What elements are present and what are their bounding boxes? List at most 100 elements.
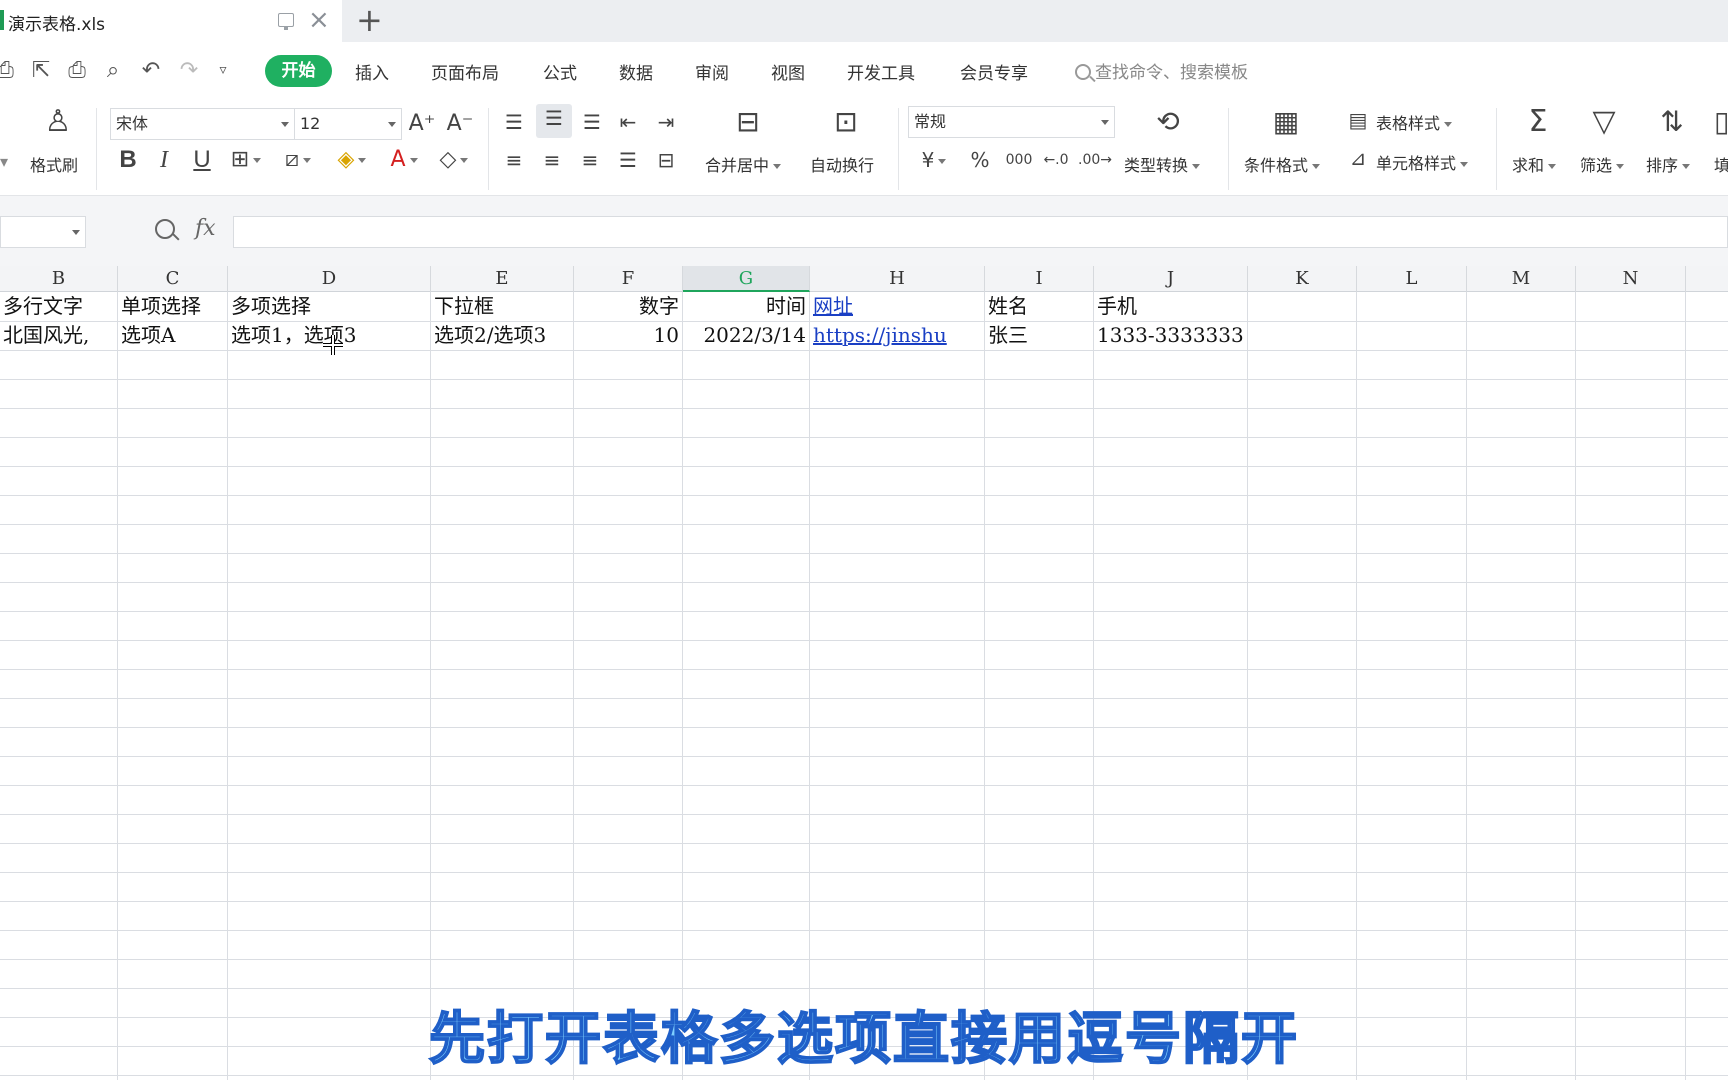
column-header-B[interactable]: B (0, 266, 118, 292)
tab-insert[interactable]: 插入 (355, 59, 389, 84)
align-top-icon[interactable]: ☰ (500, 108, 528, 136)
underline-button[interactable]: U (190, 146, 214, 174)
clear-format-icon[interactable]: ◇ (434, 146, 474, 174)
print-icon[interactable]: ⎙ (64, 57, 90, 83)
cell-G1[interactable]: 时间 (683, 292, 810, 321)
cell-I1[interactable]: 姓名 (985, 292, 1094, 321)
command-search[interactable]: 查找命令、搜索模板 (1075, 58, 1248, 84)
cell-C2[interactable]: 选项A (118, 321, 228, 350)
font-size-select[interactable]: 12 (294, 108, 402, 140)
column-header-J[interactable]: J (1094, 266, 1248, 292)
distributed-align-icon[interactable]: ⊟ (652, 146, 680, 174)
type-convert-label[interactable]: 类型转换 (1124, 152, 1201, 176)
column-header-M[interactable]: M (1467, 266, 1576, 292)
cell-G2[interactable]: 2022/3/14 (683, 321, 810, 350)
conditional-format-label[interactable]: 条件格式 (1244, 152, 1321, 176)
tab-developer[interactable]: 开发工具 (847, 59, 915, 84)
column-header-D[interactable]: D (228, 266, 431, 292)
tab-start[interactable]: 开始 (265, 55, 332, 87)
fill-icon[interactable]: ▯ (1714, 108, 1728, 136)
type-convert-icon[interactable]: ⟲ (1148, 108, 1188, 136)
conditional-format-icon[interactable]: ▦ (1266, 108, 1306, 136)
align-center-icon[interactable]: ≡ (538, 146, 566, 174)
filter-icon[interactable]: ▽ (1584, 107, 1624, 137)
cell-H1[interactable]: 网址 (810, 292, 985, 321)
column-header-K[interactable]: K (1248, 266, 1357, 292)
table-style-label[interactable]: 表格样式 (1376, 110, 1453, 134)
cell-J1[interactable]: 手机 (1094, 292, 1248, 321)
tab-view[interactable]: 视图 (771, 59, 805, 84)
column-header-G[interactable]: G (683, 266, 810, 292)
cell-H2[interactable]: https://jinshu (810, 321, 985, 350)
column-header-I[interactable]: I (985, 266, 1094, 292)
font-name-select[interactable]: 宋体 (110, 108, 295, 140)
cell-J2[interactable]: 1333-3333333 (1094, 321, 1248, 350)
italic-button[interactable]: I (152, 146, 176, 174)
sum-icon[interactable]: Σ (1518, 107, 1558, 137)
justify-icon[interactable]: ☰ (614, 146, 642, 174)
fill-color-icon[interactable]: ◈ (330, 146, 374, 174)
decrease-font-icon[interactable]: A⁻ (446, 110, 474, 138)
insert-function-button[interactable]: fx (195, 216, 216, 241)
column-header-L[interactable]: L (1357, 266, 1467, 292)
increase-decimal-icon[interactable]: ←.0 (1040, 146, 1072, 174)
increase-indent-icon[interactable]: ⇥ (652, 108, 680, 136)
tab-formula[interactable]: 公式 (543, 59, 577, 84)
cell-style-icon[interactable]: ⊿ (1344, 144, 1372, 172)
spreadsheet-grid[interactable]: BCDEFGHIJKLMN 多行文字 单项选择 多项选择 下拉框 数字 时间 网址 姓名 手机北… (0, 266, 1728, 1080)
align-middle-icon[interactable]: ☰ (536, 104, 572, 138)
tab-data[interactable]: 数据 (619, 59, 653, 84)
cell-style-label[interactable]: 单元格样式 (1376, 150, 1469, 174)
undo-icon[interactable]: ↶ (138, 57, 164, 83)
pin-window-icon[interactable] (278, 13, 294, 30)
formula-input[interactable] (233, 216, 1728, 248)
bold-button[interactable]: B (116, 146, 140, 174)
column-header-C[interactable]: C (118, 266, 228, 292)
zoom-icon[interactable] (155, 219, 175, 239)
percent-icon[interactable]: % (966, 146, 994, 174)
column-header-E[interactable]: E (431, 266, 574, 292)
filter-label[interactable]: 筛选 (1580, 152, 1625, 176)
align-left-icon[interactable]: ≡ (500, 146, 528, 174)
cell-B1[interactable]: 多行文字 (0, 292, 118, 321)
thousands-icon[interactable]: 000 (1002, 146, 1036, 174)
paste-dropdown-icon[interactable]: ▾ (0, 152, 8, 171)
increase-font-icon[interactable]: A⁺ (408, 110, 436, 138)
cell-I2[interactable]: 张三 (985, 321, 1094, 350)
redo-icon[interactable]: ↷ (176, 57, 202, 83)
cell-E2[interactable]: 选项2/选项3 (431, 321, 574, 350)
name-box[interactable] (0, 216, 86, 248)
tab-review[interactable]: 审阅 (695, 59, 729, 84)
cell-B2[interactable]: 北国风光, (0, 321, 118, 350)
wrap-text-icon[interactable]: ⊡ (826, 108, 866, 136)
export-pdf-icon[interactable]: ⇱ (28, 57, 54, 83)
cell-F2[interactable]: 10 (574, 321, 683, 350)
sort-label[interactable]: 排序 (1646, 152, 1691, 176)
cell-F1[interactable]: 数字 (574, 292, 683, 321)
align-right-icon[interactable]: ≡ (576, 146, 604, 174)
align-bottom-icon[interactable]: ☰ (578, 108, 606, 136)
tab-page-layout[interactable]: 页面布局 (431, 59, 499, 84)
number-format-select[interactable]: 常规 (908, 106, 1115, 138)
sort-icon[interactable]: ⇅ (1652, 108, 1692, 136)
document-tab[interactable]: 演示表格.xls × (0, 0, 342, 42)
wrap-text-label[interactable]: 自动换行 (810, 152, 874, 176)
format-painter-icon[interactable]: ♙ (40, 107, 76, 137)
decrease-indent-icon[interactable]: ⇤ (614, 108, 642, 136)
merge-center-label[interactable]: 合并居中 (705, 152, 782, 176)
column-header-F[interactable]: F (574, 266, 683, 292)
column-header-H[interactable]: H (810, 266, 985, 292)
table-style-icon[interactable]: ▤ (1344, 106, 1372, 134)
column-header-N[interactable]: N (1576, 266, 1686, 292)
print-preview-icon[interactable]: ⌕ (100, 57, 126, 83)
fill-format-icon[interactable]: ⧄ (278, 146, 318, 174)
cell-E1[interactable]: 下拉框 (431, 292, 574, 321)
sum-label[interactable]: 求和 (1512, 152, 1557, 176)
cell-D1[interactable]: 多项选择 (228, 292, 431, 321)
font-color-icon[interactable]: A (384, 146, 424, 174)
border-icon[interactable]: ⊞ (226, 146, 266, 174)
merge-center-icon[interactable]: ⊟ (728, 108, 768, 136)
tab-member[interactable]: 会员专享 (960, 59, 1028, 84)
close-tab-icon[interactable]: × (308, 5, 330, 35)
decrease-decimal-icon[interactable]: .00→ (1078, 146, 1112, 174)
